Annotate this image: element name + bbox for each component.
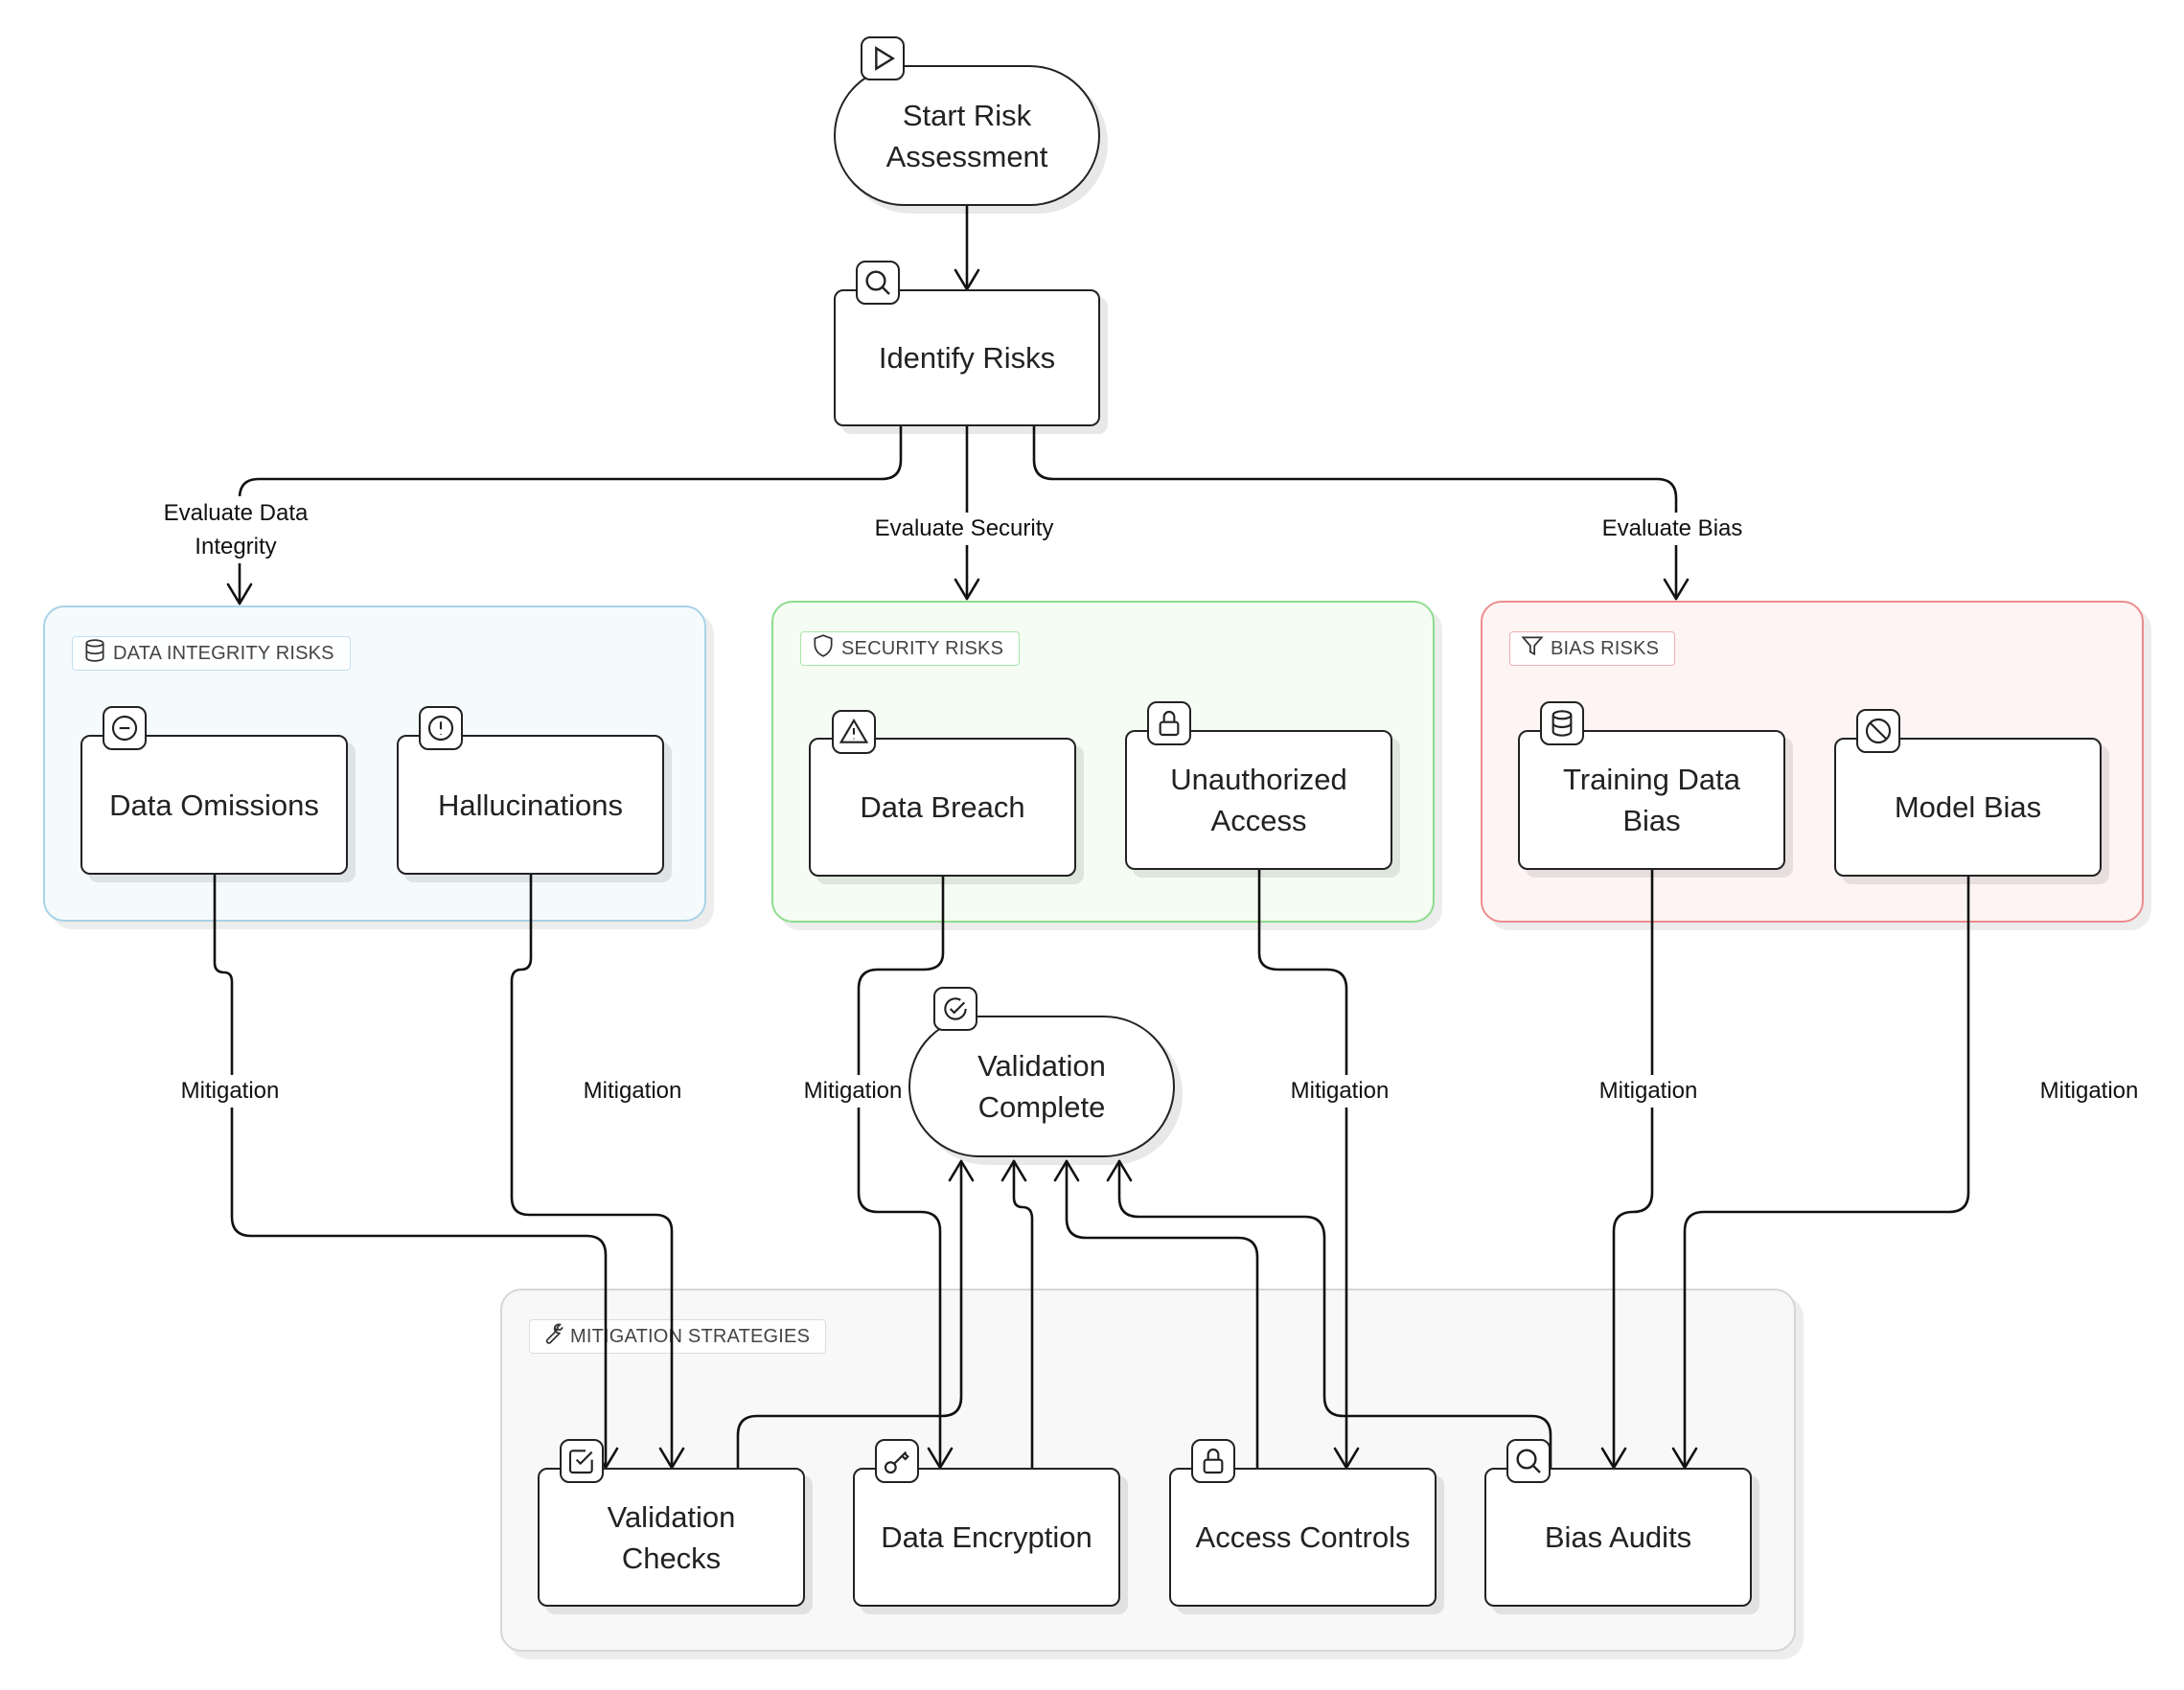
ban-icon [1856, 709, 1900, 753]
group-label-text: DATA INTEGRITY RISKS [113, 642, 334, 664]
node-model-bias[interactable]: Model Bias [1834, 738, 2102, 877]
lock-icon [1147, 701, 1191, 745]
node-hallucinations[interactable]: Hallucinations [397, 735, 664, 875]
edge-identify-to-data-integrity [238, 424, 903, 605]
node-label: Validation Checks [607, 1499, 736, 1575]
edge-label-evaluate-bias: Evaluate Bias [1599, 513, 1745, 545]
checkbox-icon [560, 1439, 604, 1483]
node-label: Model Bias [1894, 790, 2042, 824]
edge-label-mitigation: Mitigation [581, 1075, 684, 1108]
edge-label-evaluate-data-integrity: Evaluate Data Integrity [161, 496, 310, 563]
node-data-breach[interactable]: Data Breach [809, 738, 1076, 877]
group-label: MITIGATION STRATEGIES [529, 1319, 827, 1354]
arrowhead [954, 578, 980, 601]
edge-label-mitigation: Mitigation [178, 1075, 282, 1108]
diagram-canvas: DATA INTEGRITY RISKS SECURITY RISKS BIAS… [0, 0, 2184, 1690]
node-label: Data Breach [860, 790, 1025, 824]
node-label: Hallucinations [438, 788, 623, 822]
lock-icon [1191, 1439, 1235, 1483]
key-icon [875, 1439, 919, 1483]
node-label: Data Omissions [109, 788, 319, 822]
shield-icon [811, 633, 836, 664]
arrowhead [226, 582, 253, 605]
group-label-text: BIAS RISKS [1551, 637, 1660, 659]
search-icon [856, 261, 900, 305]
arrowhead [1053, 1159, 1080, 1182]
edge-label-mitigation: Mitigation [1288, 1075, 1391, 1108]
node-validation-complete[interactable]: Validation Complete [908, 1016, 1175, 1157]
group-label: BIAS RISKS [1509, 631, 1676, 666]
edge-label-evaluate-security: Evaluate Security [872, 513, 1056, 545]
warning-triangle-icon [832, 710, 876, 754]
edge-label-mitigation: Mitigation [2037, 1075, 2141, 1108]
node-unauthorized-access[interactable]: Unauthorized Access [1125, 730, 1392, 870]
alert-circle-icon [419, 706, 463, 750]
node-label: Unauthorized Access [1170, 763, 1347, 837]
arrowhead [1663, 578, 1690, 601]
node-label: Training Data Bias [1563, 763, 1740, 837]
node-label: Start Risk Assessment [885, 98, 1048, 173]
node-data-encryption[interactable]: Data Encryption [853, 1468, 1120, 1607]
wrench-icon [540, 1321, 564, 1352]
group-label-text: SECURITY RISKS [841, 637, 1004, 659]
node-label: Bias Audits [1544, 1520, 1692, 1554]
database-icon [82, 638, 107, 669]
edge-label-mitigation: Mitigation [1597, 1075, 1700, 1108]
filter-icon [1520, 633, 1545, 664]
group-label-text: MITIGATION STRATEGIES [570, 1325, 811, 1347]
arrowhead [1000, 1159, 1027, 1182]
edge-identify-to-bias [1032, 424, 1678, 601]
arrowhead [948, 1159, 975, 1182]
node-label: Identify Risks [878, 341, 1056, 375]
node-label: Access Controls [1195, 1520, 1411, 1554]
edge-label-mitigation: Mitigation [801, 1075, 905, 1108]
node-identify-risks[interactable]: Identify Risks [834, 289, 1100, 426]
play-icon [861, 36, 905, 80]
arrowhead [1106, 1159, 1133, 1182]
node-label: Validation Complete [977, 1049, 1106, 1124]
node-bias-audits[interactable]: Bias Audits [1484, 1468, 1752, 1607]
check-circle-icon [933, 987, 977, 1031]
database-icon [1540, 701, 1584, 745]
node-data-omissions[interactable]: Data Omissions [80, 735, 348, 875]
group-label: DATA INTEGRITY RISKS [72, 636, 351, 671]
node-start-risk-assessment[interactable]: Start Risk Assessment [834, 65, 1100, 206]
node-training-data-bias[interactable]: Training Data Bias [1518, 730, 1785, 870]
node-validation-checks[interactable]: Validation Checks [538, 1468, 805, 1607]
node-label: Data Encryption [881, 1520, 1092, 1554]
minus-circle-icon [103, 706, 147, 750]
arrowhead [954, 268, 980, 291]
search-icon [1506, 1439, 1551, 1483]
group-label: SECURITY RISKS [800, 631, 1021, 666]
node-access-controls[interactable]: Access Controls [1169, 1468, 1437, 1607]
